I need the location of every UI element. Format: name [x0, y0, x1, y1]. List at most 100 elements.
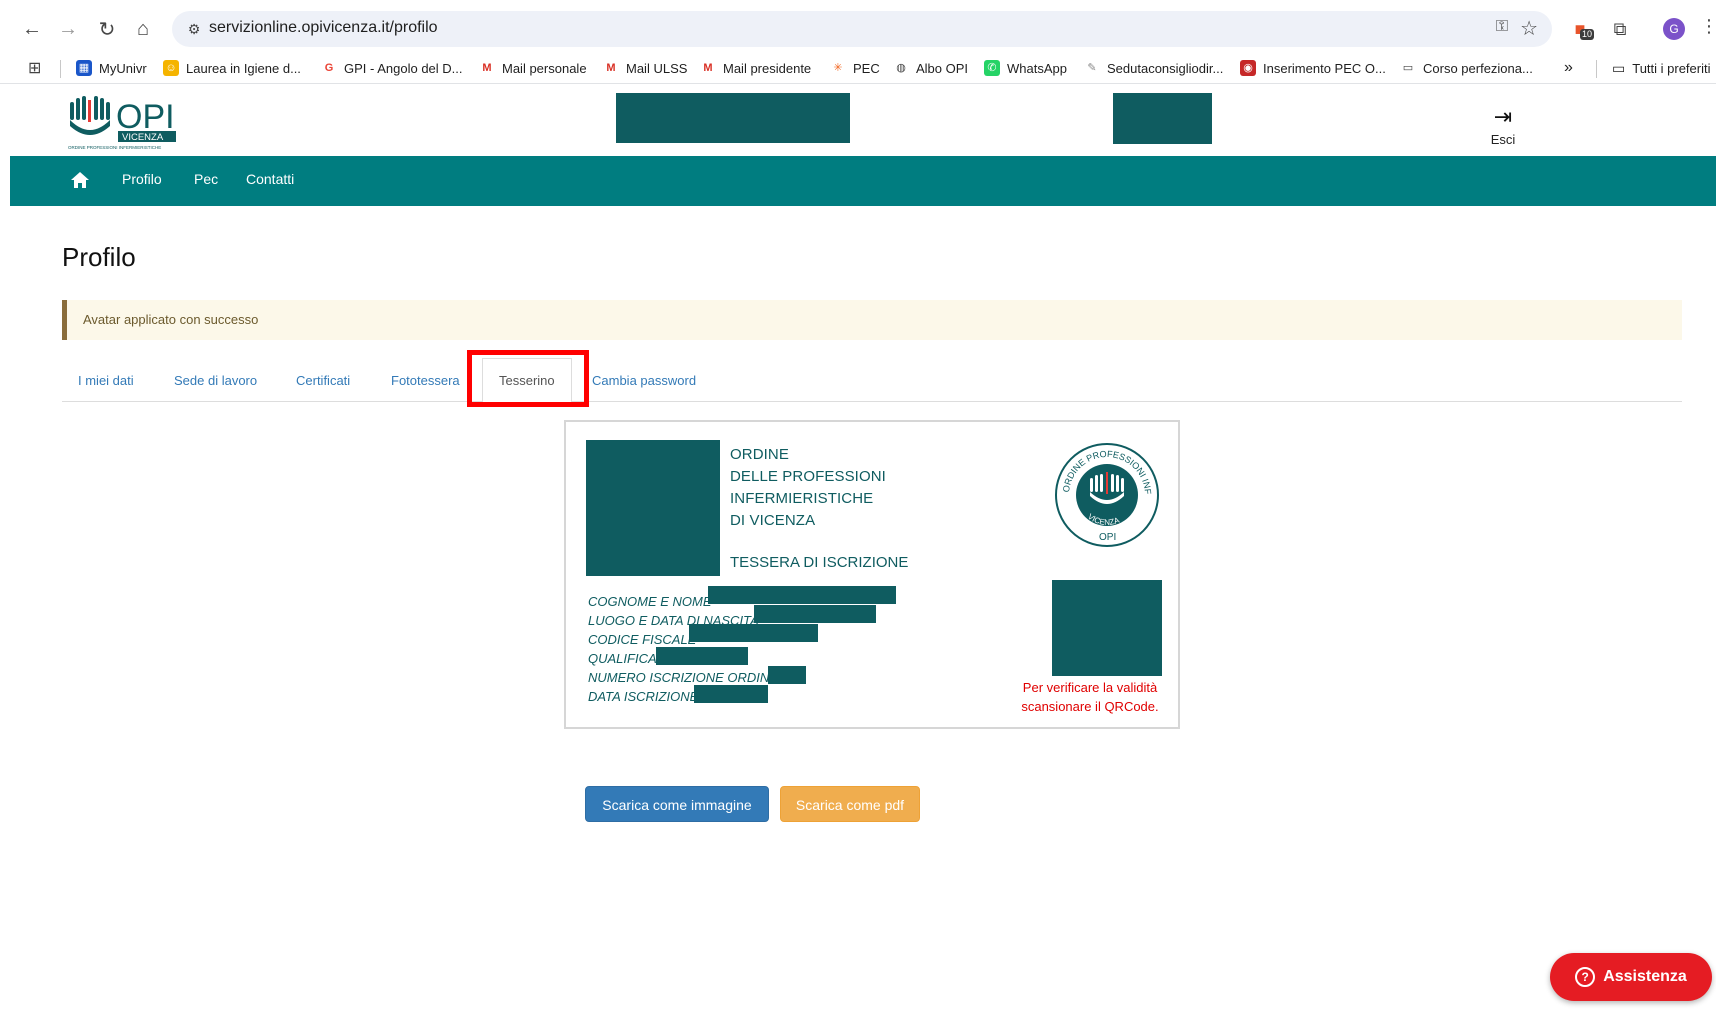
field-row: COGNOME E NOME [588, 586, 896, 613]
bookmarks-divider [1596, 60, 1597, 78]
logout-button[interactable]: ⇥ Esci [1478, 104, 1528, 148]
tab-cambia-password[interactable]: Cambia password [592, 373, 696, 388]
tab-certificati[interactable]: Certificati [296, 373, 350, 388]
all-bookmarks-folder[interactable]: ▭ Tutti i preferiti [1612, 58, 1711, 78]
redacted-block [1113, 93, 1212, 144]
svg-text:OPI: OPI [116, 98, 175, 136]
extensions-puzzle-icon[interactable]: ⧉ [1606, 15, 1634, 43]
bookmarks-overflow-icon[interactable]: » [1564, 58, 1573, 78]
org-line: ORDINE [730, 446, 789, 463]
bookmark-label: Mail ULSS [626, 60, 688, 76]
bookmark-label: Inserimento PEC O... [1263, 60, 1386, 76]
card-fields: COGNOME E NOME LUOGO E DATA DI NASCITA C… [588, 586, 896, 708]
bookmark-item[interactable]: M Mail personale [479, 58, 587, 78]
url-text[interactable]: servizionline.opivicenza.it/profilo [209, 19, 438, 37]
bookmark-item[interactable]: M Mail presidente [700, 58, 811, 78]
forward-arrow-icon[interactable]: → [56, 17, 80, 41]
tab-sede-di-lavoro[interactable]: Sede di lavoro [174, 373, 257, 388]
verify-note: Per verificare la validità scansionare i… [1012, 678, 1168, 716]
nav-pec[interactable]: Pec [194, 171, 218, 187]
address-bar[interactable]: ⚙ servizionline.opivicenza.it/profilo ⚿ … [172, 11, 1552, 47]
redacted-value [768, 666, 806, 684]
bookmark-item[interactable]: ◉ Inserimento PEC O... [1240, 58, 1386, 78]
back-arrow-icon[interactable]: ← [20, 17, 44, 41]
bookmark-item[interactable]: M Mail ULSS [603, 58, 687, 78]
pec-o-icon: ◉ [1240, 60, 1256, 76]
bookmark-label: Albo OPI [916, 60, 969, 76]
pen-icon: ✎ [1087, 62, 1097, 74]
assistance-button[interactable]: ? Assistenza [1550, 953, 1712, 1001]
whatsapp-icon: ✆ [984, 60, 1000, 76]
extension-badge: 10 [1580, 29, 1595, 40]
field-label: CODICE FISCALE [588, 632, 697, 647]
tab-fototessera[interactable]: Fototessera [391, 373, 460, 388]
bookmark-label: Corso perfeziona... [1423, 60, 1533, 76]
bookmark-label: Mail presidente [723, 60, 812, 76]
org-line: DI VICENZA [730, 512, 816, 529]
apps-grid-icon[interactable]: ⊞ [28, 58, 41, 78]
redacted-value [694, 685, 768, 703]
bookmark-item[interactable]: ▭ Corso perfeziona... [1400, 58, 1533, 78]
nav-contatti[interactable]: Contatti [246, 171, 294, 187]
emoji-icon: ☺ [163, 60, 179, 76]
bookmark-item[interactable]: ✎ Sedutaconsigliodir... [1084, 58, 1223, 78]
redacted-photo [586, 440, 720, 576]
profile-avatar[interactable]: G [1663, 18, 1685, 40]
bookmark-label: Laurea in Igiene d... [186, 60, 301, 76]
bookmark-item[interactable]: ✳ PEC [830, 58, 879, 78]
folder-icon: ▭ [1402, 62, 1414, 74]
google-icon: G [324, 62, 334, 74]
globe-icon: ◍ [896, 62, 906, 74]
site-settings-icon[interactable]: ⚙ [184, 19, 204, 39]
bookmarks-bar: ⊞ ▦ MyUnivr ☺ Laurea in Igiene d... G GPI - A… [0, 52, 1716, 84]
download-image-button[interactable]: Scarica come immagine [585, 786, 769, 822]
home-nav-icon[interactable] [70, 170, 90, 190]
verify-line: Per verificare la validità [1022, 680, 1158, 695]
browser-toolbar: ← → ↻ ⌂ ⚙ servizionline.opivicenza.it/pr… [0, 0, 1716, 58]
assistance-label: Assistenza [1603, 968, 1687, 985]
bookmark-item[interactable]: ▦ MyUnivr [76, 58, 147, 78]
all-bookmarks-label: Tutti i preferiti [1632, 60, 1711, 76]
menu-kebab-icon[interactable]: ⋮ [1700, 16, 1716, 37]
download-pdf-button[interactable]: Scarica come pdf [780, 786, 920, 822]
membership-card: ORDINE DELLE PROFESSIONI INFERMIERISTICH… [564, 420, 1180, 729]
extension-icon[interactable]: ■ 10 [1566, 15, 1595, 43]
svg-text:OPI: OPI [1099, 532, 1116, 543]
alert-message: Avatar applicato con successo [83, 312, 259, 327]
home-icon[interactable]: ⌂ [131, 17, 155, 41]
help-icon: ? [1575, 967, 1596, 987]
tab-i-miei-dati[interactable]: I miei dati [78, 373, 134, 388]
folder-icon: ▭ [1612, 59, 1626, 76]
tab-tesserino[interactable]: Tesserino [482, 358, 572, 403]
redacted-value [754, 605, 876, 623]
page-title: Profilo [62, 242, 136, 272]
bookmark-star-icon[interactable]: ☆ [1520, 16, 1538, 41]
profile-tabs: I miei dati Sede di lavoro Certificati F… [62, 358, 1682, 403]
bookmark-item[interactable]: ☺ Laurea in Igiene d... [163, 58, 301, 78]
bookmark-item[interactable]: ◍ Albo OPI [893, 58, 968, 78]
svg-text:ORDINE PROFESSIONI INFERMIERIS: ORDINE PROFESSIONI INFERMIERISTICHE [68, 145, 161, 150]
org-line: DELLE PROFESSIONI [730, 468, 886, 485]
sign-out-icon: ⇥ [1493, 104, 1513, 129]
field-label: QUALIFICA [588, 651, 657, 666]
main-navbar: Profilo Pec Contatti [10, 156, 1716, 206]
password-key-icon[interactable]: ⚿ [1496, 18, 1508, 36]
redacted-block [616, 93, 850, 143]
redacted-value [656, 647, 748, 665]
nav-profilo[interactable]: Profilo [122, 171, 162, 187]
pec-icon: ✳ [833, 62, 843, 74]
opi-seal-icon: ORDINE PROFESSIONI INFERMIERISTICHE VICE… [1054, 442, 1159, 547]
bookmark-label: GPI - Angolo del D... [344, 60, 463, 76]
univr-icon: ▦ [76, 60, 92, 76]
bookmark-item[interactable]: ✆ WhatsApp [984, 58, 1067, 78]
opi-logo[interactable]: OPI VICENZA ORDINE PROFESSIONI INFERMIER… [66, 94, 186, 150]
bookmark-label: WhatsApp [1007, 60, 1067, 76]
bookmark-item[interactable]: G GPI - Angolo del D... [321, 58, 463, 78]
bookmark-label: Sedutaconsigliodir... [1107, 60, 1224, 76]
reload-icon[interactable]: ↻ [95, 17, 119, 41]
org-line: INFERMIERISTICHE [730, 490, 874, 507]
gmail-icon: M [482, 62, 492, 74]
field-row: QUALIFICA [588, 647, 778, 670]
card-org-name: ORDINE DELLE PROFESSIONI INFERMIERISTICH… [730, 444, 886, 532]
bookmark-label: Mail personale [502, 60, 587, 76]
